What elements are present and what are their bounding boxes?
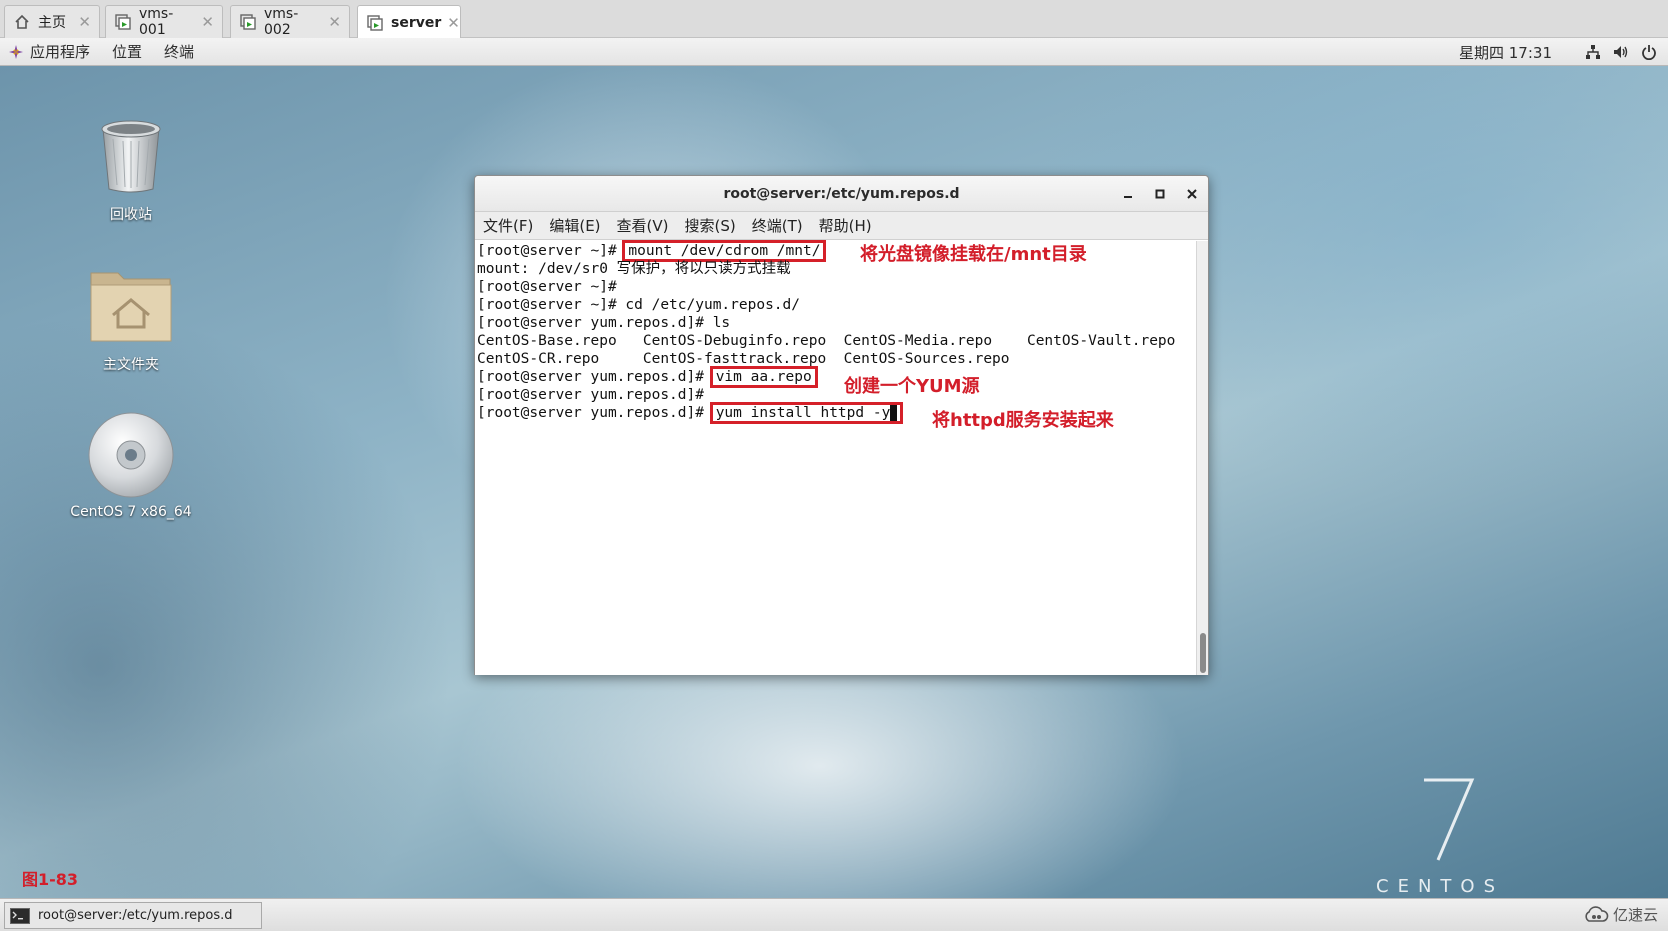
desktop-icon-trash[interactable]: 回收站 (66, 110, 196, 224)
tab-home[interactable]: 主页 ✕ (4, 5, 100, 38)
minimize-icon[interactable] (1118, 184, 1138, 204)
vm-icon (366, 14, 384, 32)
vm-tab-strip: 主页 ✕ vms-001 ✕ vms-002 ✕ server ✕ (0, 0, 1668, 39)
desktop-icon-label: 主文件夹 (103, 357, 159, 373)
terminal-menu-help[interactable]: 帮助(H) (819, 215, 872, 236)
terminal-menu-file[interactable]: 文件(F) (483, 215, 533, 236)
centos-seven-mark (1424, 778, 1475, 861)
terminal-line: mount: /dev/sr0 写保护，将以只读方式挂载 (477, 261, 791, 277)
desktop-icon-disc[interactable]: CentOS 7 x86_64 (66, 410, 196, 520)
text-cursor (890, 405, 898, 421)
terminal-line: [root@server yum.repos.d]# (477, 387, 704, 403)
tab-label: server (391, 14, 442, 31)
annotation-yum-source: 创建一个YUM源 (844, 376, 980, 397)
vm-icon (114, 13, 132, 31)
prompt: [root@server ~]# (477, 243, 626, 259)
close-icon[interactable]: ✕ (447, 14, 460, 32)
tab-label: vms-001 (139, 6, 174, 38)
bottom-taskbar: root@server:/etc/yum.repos.d 亿速云 (0, 898, 1668, 931)
command-text: yum install httpd -y (715, 405, 891, 421)
terminal-line: CentOS-Base.repo CentOS-Debuginfo.repo C… (477, 333, 1176, 349)
watermark: 亿速云 (1583, 904, 1658, 925)
terminal-output[interactable]: [root@server ~]# mount /dev/cdrom /mnt/ … (475, 240, 1198, 675)
figure-label: 图1-83 (22, 870, 79, 889)
centos-logo: CENTOS (1372, 774, 1512, 897)
tab-vms-001[interactable]: vms-001 ✕ (105, 5, 223, 38)
maximize-icon[interactable] (1150, 184, 1170, 204)
volume-icon[interactable] (1612, 43, 1630, 61)
terminal-line: [root@server ~]# (477, 279, 617, 295)
power-icon[interactable] (1640, 43, 1658, 61)
terminal-menubar: 文件(F) 编辑(E) 查看(V) 搜索(S) 终端(T) 帮助(H) (475, 212, 1208, 240)
terminal-line: CentOS-CR.repo CentOS-fasttrack.repo Cen… (477, 351, 1010, 367)
prompt: [root@server yum.repos.d]# (477, 369, 713, 385)
vm-icon (239, 13, 257, 31)
prompt: [root@server yum.repos.d]# (477, 405, 713, 421)
top-panel: 应用程序 位置 终端 星期四 17:31 (0, 38, 1668, 66)
panel-status-area: 星期四 17:31 (1459, 38, 1658, 66)
tab-label: vms-002 (264, 6, 299, 38)
desktop-icon-home-folder[interactable]: 主文件夹 (66, 260, 196, 374)
disc-icon (86, 410, 176, 500)
terminal-line: [root@server ~]# mount /dev/cdrom /mnt/ (477, 240, 1198, 262)
taskbar-item-terminal[interactable]: root@server:/etc/yum.repos.d (4, 902, 262, 929)
terminal-scrollbar[interactable] (1196, 241, 1208, 675)
desktop-icon-label: CentOS 7 x86_64 (70, 504, 192, 520)
cloud-logo-icon (1583, 905, 1609, 924)
taskbar-item-label: root@server:/etc/yum.repos.d (38, 908, 233, 923)
annotation-install-httpd: 将httpd服务安装起来 (932, 410, 1114, 431)
desktop-icon-label: 回收站 (110, 207, 152, 223)
tab-label: 主页 (38, 15, 66, 31)
panel-menu: 应用程序 位置 终端 (0, 41, 216, 62)
watermark-text: 亿速云 (1612, 906, 1658, 924)
terminal-titlebar[interactable]: root@server:/etc/yum.repos.d (475, 176, 1208, 212)
home-icon (13, 13, 31, 31)
highlighted-command: yum install httpd -y (709, 402, 904, 424)
close-icon[interactable]: ✕ (201, 13, 214, 31)
terminal-title: root@server:/etc/yum.repos.d (723, 185, 960, 202)
terminal-menu-view[interactable]: 查看(V) (617, 215, 669, 236)
close-icon[interactable]: ✕ (328, 13, 341, 31)
trash-icon (86, 110, 176, 200)
applications-icon (8, 44, 24, 60)
highlighted-command: vim aa.repo (709, 366, 818, 388)
panel-clock[interactable]: 星期四 17:31 (1459, 42, 1552, 63)
terminal-menu-search[interactable]: 搜索(S) (685, 215, 736, 236)
panel-menu-applications[interactable]: 应用程序 (30, 41, 90, 62)
terminal-line: [root@server yum.repos.d]# ls (477, 315, 731, 331)
terminal-menu-edit[interactable]: 编辑(E) (549, 215, 600, 236)
scrollbar-thumb[interactable] (1200, 633, 1206, 673)
panel-menu-terminal[interactable]: 终端 (164, 41, 194, 62)
home-folder-icon (86, 260, 176, 350)
annotation-mount: 将光盘镜像挂载在/mnt目录 (860, 244, 1087, 265)
terminal-icon (10, 907, 30, 924)
centos-wordmark: CENTOS (1376, 876, 1504, 897)
tab-vms-002[interactable]: vms-002 ✕ (230, 5, 350, 38)
panel-menu-places[interactable]: 位置 (112, 41, 142, 62)
close-icon[interactable] (1182, 184, 1202, 204)
network-icon[interactable] (1584, 43, 1602, 61)
tab-server[interactable]: server ✕ (357, 5, 461, 39)
terminal-menu-terminal[interactable]: 终端(T) (752, 215, 803, 236)
terminal-line: [root@server yum.repos.d]# vim aa.repo (477, 366, 1198, 388)
terminal-line: [root@server ~]# cd /etc/yum.repos.d/ (477, 297, 801, 313)
close-icon[interactable]: ✕ (78, 13, 91, 31)
highlighted-command: mount /dev/cdrom /mnt/ (622, 240, 827, 262)
